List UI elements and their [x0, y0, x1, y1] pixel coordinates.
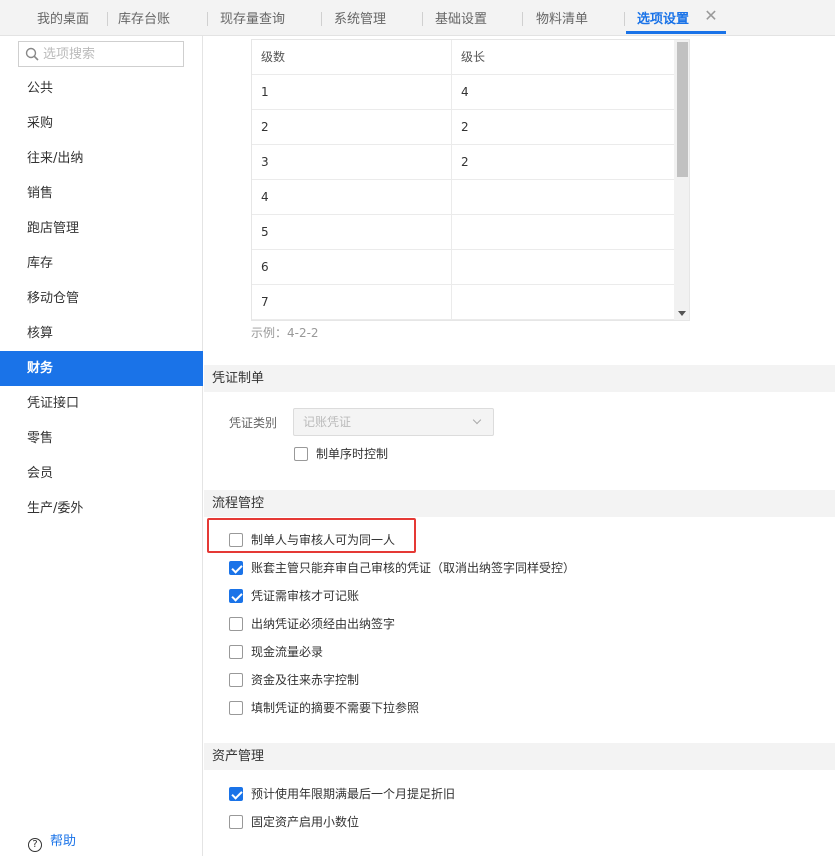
scrollbar-thumb[interactable]: [677, 42, 688, 177]
sidebar-item-inventory[interactable]: 库存: [0, 246, 203, 281]
level-cell: 4: [252, 180, 452, 215]
tab-separator: [107, 12, 108, 26]
level-cell: 1: [252, 75, 452, 110]
sidebar-item-public[interactable]: 公共: [0, 71, 203, 106]
option-label: 账套主管只能弃审自己审核的凭证（取消出纳签字同样受控）: [251, 561, 576, 575]
voucher-type-select[interactable]: 记账凭证: [293, 408, 494, 436]
option-label: 填制凭证的摘要不需要下拉参照: [251, 701, 420, 715]
level-cell: 7: [252, 285, 452, 320]
option-label: 资金及往来赤字控制: [251, 673, 360, 687]
level-length-table: 级数 级长 1 4 2 2 3 2 4 5 6 7: [251, 39, 690, 321]
tab-bill-of-materials[interactable]: 物料清单: [536, 0, 588, 36]
option-label: 凭证需审核才可记账: [251, 589, 360, 603]
tab-my-desktop[interactable]: 我的桌面: [37, 0, 89, 36]
option-label: 出纳凭证必须经由出纳签字: [251, 617, 396, 631]
sidebar-item-sales[interactable]: 销售: [0, 176, 203, 211]
table-row[interactable]: 6: [252, 250, 674, 285]
table-row[interactable]: 7: [252, 285, 674, 320]
sidebar-item-production-outsourcing[interactable]: 生产/委外: [0, 491, 203, 526]
length-cell[interactable]: 2: [452, 110, 674, 145]
supervisor-unaudit-checkbox[interactable]: [229, 561, 243, 575]
chevron-down-icon: [472, 415, 482, 425]
main-panel: 级数 级长 1 4 2 2 3 2 4 5 6 7 示例：4-2-2 凭证制单 …: [204, 36, 835, 856]
sidebar: 公共 采购 往来/出纳 销售 跑店管理 库存 移动仓管 核算 财务 凭证接口 零…: [0, 36, 203, 856]
tab-basic-settings[interactable]: 基础设置: [435, 0, 487, 36]
sidebar-item-store-visit[interactable]: 跑店管理: [0, 211, 203, 246]
length-cell[interactable]: 2: [452, 145, 674, 180]
sidebar-item-mobile-warehouse[interactable]: 移动仓管: [0, 281, 203, 316]
table-row[interactable]: 5: [252, 215, 674, 250]
option-label: 现金流量必录: [251, 645, 324, 659]
search-icon: [25, 47, 39, 61]
close-tab-icon[interactable]: ✕: [704, 8, 718, 24]
length-cell[interactable]: [452, 215, 674, 250]
table-scrollbar[interactable]: [674, 40, 689, 320]
header-level: 级数: [252, 40, 452, 75]
option-search-input[interactable]: [43, 44, 181, 64]
tab-stock-query[interactable]: 现存量查询: [220, 0, 285, 36]
tab-system-management[interactable]: 系统管理: [334, 0, 386, 36]
table-row[interactable]: 4: [252, 180, 674, 215]
level-cell: 3: [252, 145, 452, 180]
voucher-type-label: 凭证类别: [229, 416, 278, 430]
tab-separator: [422, 12, 423, 26]
section-header-asset-management: 资产管理: [204, 743, 835, 770]
table-header-row: 级数 级长: [252, 40, 674, 75]
section-header-process-control: 流程管控: [204, 490, 835, 517]
scroll-down-arrow-icon[interactable]: [678, 311, 686, 316]
active-tab-indicator: [626, 31, 726, 34]
length-cell[interactable]: [452, 285, 674, 320]
length-cell[interactable]: [452, 180, 674, 215]
length-cell[interactable]: [452, 250, 674, 285]
audit-before-posting-checkbox[interactable]: [229, 589, 243, 603]
sidebar-item-accounts-cashier[interactable]: 往来/出纳: [0, 141, 203, 176]
tab-separator: [321, 12, 322, 26]
option-label: 制单人与审核人可为同一人: [251, 533, 396, 547]
option-label: 预计使用年限期满最后一个月提足折旧: [251, 787, 456, 801]
sequence-control-label: 制单序时控制: [316, 447, 389, 461]
cash-flow-required-checkbox[interactable]: [229, 645, 243, 659]
cashier-sign-checkbox[interactable]: [229, 617, 243, 631]
sidebar-item-voucher-interface[interactable]: 凭证接口: [0, 386, 203, 421]
level-cell: 2: [252, 110, 452, 145]
question-circle-icon: ?: [28, 838, 42, 852]
tab-separator: [207, 12, 208, 26]
level-example-text: 示例：4-2-2: [251, 326, 319, 340]
deficit-control-checkbox[interactable]: [229, 673, 243, 687]
table-row[interactable]: 3 2: [252, 145, 674, 180]
sidebar-item-costing[interactable]: 核算: [0, 316, 203, 351]
sidebar-item-retail[interactable]: 零售: [0, 421, 203, 456]
search-box: [18, 41, 184, 67]
tab-separator: [624, 12, 625, 26]
sidebar-item-purchase[interactable]: 采购: [0, 106, 203, 141]
header-length: 级长: [461, 50, 486, 64]
option-label: 固定资产启用小数位: [251, 815, 360, 829]
tab-bar: 我的桌面 库存台账 现存量查询 系统管理 基础设置 物料清单 选项设置 ✕: [0, 0, 835, 36]
level-cell: 5: [252, 215, 452, 250]
sequence-control-checkbox[interactable]: [294, 447, 308, 461]
summary-no-dropdown-checkbox[interactable]: [229, 701, 243, 715]
sidebar-item-member[interactable]: 会员: [0, 456, 203, 491]
tab-separator: [522, 12, 523, 26]
section-header-voucher: 凭证制单: [204, 365, 835, 392]
table-row[interactable]: 2 2: [252, 110, 674, 145]
voucher-type-value: 记账凭证: [303, 415, 352, 429]
tab-inventory-ledger[interactable]: 库存台账: [118, 0, 170, 36]
same-maker-reviewer-checkbox[interactable]: [229, 533, 243, 547]
table-row[interactable]: 1 4: [252, 75, 674, 110]
full-depreciation-checkbox[interactable]: [229, 787, 243, 801]
level-cell: 6: [252, 250, 452, 285]
help-label: 帮助: [50, 834, 77, 849]
help-link[interactable]: ? 帮助: [28, 832, 76, 852]
sidebar-item-finance[interactable]: 财务: [0, 351, 203, 386]
length-cell[interactable]: 4: [452, 75, 674, 110]
asset-decimal-checkbox[interactable]: [229, 815, 243, 829]
